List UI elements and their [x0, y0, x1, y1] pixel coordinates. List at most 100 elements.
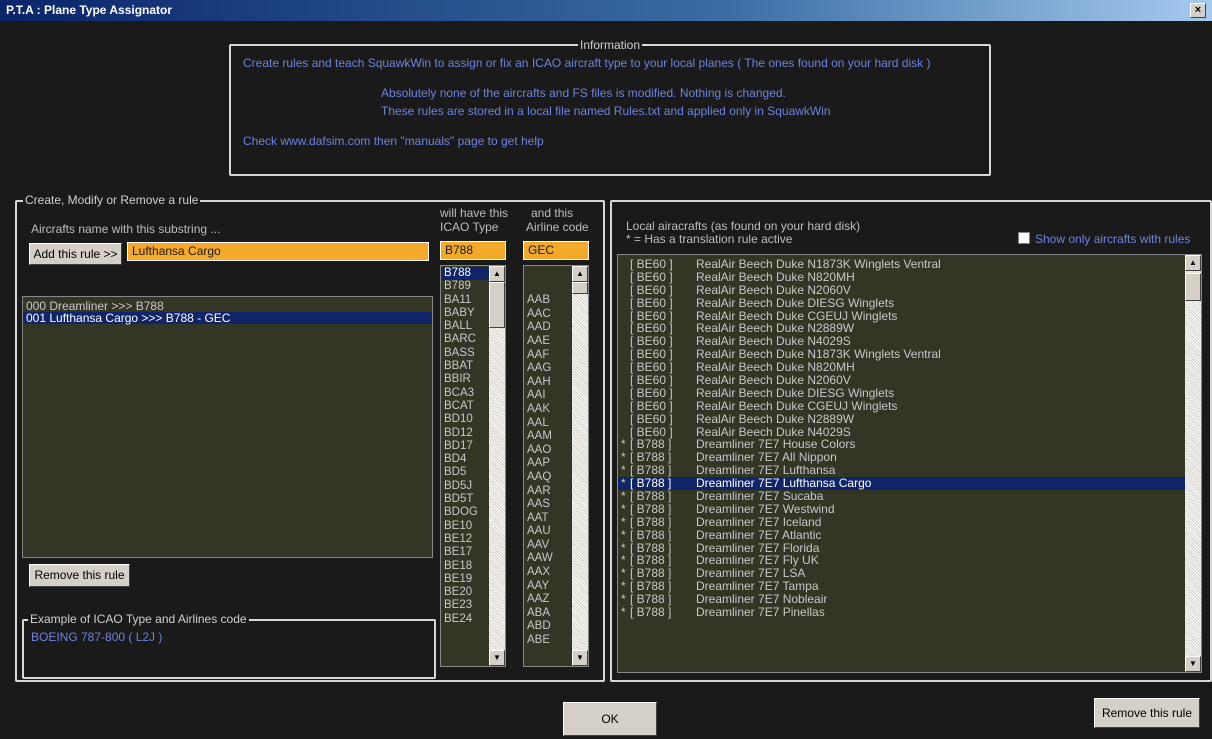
airline-code-item[interactable]: AAM [524, 430, 572, 444]
airline-code-item[interactable]: AAS [524, 498, 572, 512]
icao-type-item[interactable]: BE19 [441, 573, 489, 586]
icao-type-item[interactable]: BD5J [441, 480, 489, 493]
rule-active-marker [621, 297, 630, 310]
airline-code-item[interactable]: AAE [524, 335, 572, 349]
icao-type-item[interactable]: BE20 [441, 586, 489, 599]
airline-code-item[interactable]: AAC [524, 308, 572, 322]
scroll-thumb[interactable] [1185, 273, 1201, 301]
icao-type-item[interactable]: BE23 [441, 599, 489, 612]
ok-button[interactable]: OK [563, 702, 657, 736]
icao-type-item[interactable]: BE12 [441, 533, 489, 546]
icao-type-list[interactable]: B788 B789 BA11 BABY BALL BARC BASS BBAT BBIR BCA3… [440, 265, 506, 667]
icao-type-item[interactable]: BALL [441, 320, 489, 333]
airline-code-item[interactable]: AAY [524, 580, 572, 594]
icao-type-item[interactable]: BE10 [441, 520, 489, 533]
info-line-4: Check www.dafsim.com then "manuals" page… [243, 134, 544, 148]
scroll-down-icon[interactable]: ▼ [1185, 656, 1201, 672]
airline-code-item[interactable]: AAI [524, 389, 572, 403]
airline-code-item[interactable]: AAP [524, 457, 572, 471]
airline-code-input[interactable]: GEC [523, 241, 589, 260]
show-only-with-rules-checkbox[interactable] [1018, 232, 1030, 244]
icao-type-item[interactable]: B788 [441, 267, 489, 281]
airline-code-item[interactable]: ABD [524, 620, 572, 634]
rule-list-item[interactable]: 001 Lufthansa Cargo >>> B788 - GEC [23, 312, 432, 324]
icao-type-item[interactable]: BCAT [441, 400, 489, 413]
aircraft-list-item[interactable]: * [ B788 ] Dreamliner 7E7 Sucaba [618, 490, 1185, 503]
icao-type-item[interactable]: BARC [441, 333, 489, 346]
icao-type-item[interactable]: BCA3 [441, 387, 489, 400]
scroll-down-icon[interactable]: ▼ [572, 650, 588, 666]
remove-rule-button[interactable]: Remove this rule [29, 564, 130, 587]
icao-type-input[interactable]: B788 [440, 241, 506, 260]
show-only-with-rules-label[interactable]: Show only aircrafts with rules [1035, 232, 1190, 246]
airline-code-item[interactable] [524, 281, 572, 295]
aircraft-list-item[interactable]: * [ B788 ] Dreamliner 7E7 Pinellas [618, 606, 1185, 619]
airline-code-item[interactable]: AAW [524, 552, 572, 566]
airline-code-item[interactable]: AAO [524, 444, 572, 458]
airline-code-item[interactable]: AAG [524, 362, 572, 376]
add-rule-button[interactable]: Add this rule >> [29, 243, 122, 265]
airline-code-list[interactable]: AAB AAC AAD AAE AAF AAG AAH AAI AAK AAL AAM AAO AAP A… [523, 265, 589, 667]
scroll-thumb[interactable] [572, 282, 588, 294]
scroll-up-icon[interactable]: ▲ [489, 266, 505, 282]
aircraft-list-item[interactable]: [ BE60 ] RealAir Beech Duke N820MH [618, 270, 1185, 284]
aircraft-list-item[interactable]: * [ B788 ] Dreamliner 7E7 Atlantic [618, 528, 1185, 542]
close-icon[interactable]: × [1190, 3, 1206, 18]
airline-code-item[interactable]: AAU [524, 525, 572, 539]
airline-code-item[interactable]: AAR [524, 485, 572, 499]
airline-code-item[interactable]: AAK [524, 403, 572, 417]
icao-type-item[interactable]: B789 [441, 280, 489, 293]
airline-code-item[interactable]: ABA [524, 607, 572, 621]
icao-type-item[interactable]: BD10 [441, 413, 489, 426]
example-value: BOEING 787-800 ( L2J ) [31, 630, 163, 644]
icao-type-item[interactable]: BD17 [441, 440, 489, 453]
rules-list[interactable]: 000 Dreamliner >>> B788 001 Lufthansa Car… [22, 296, 433, 558]
aircraft-name: RealAir Beech Duke DIESG Winglets [696, 385, 895, 400]
icao-type-item[interactable]: BABY [441, 307, 489, 320]
airline-code-item[interactable] [524, 267, 572, 281]
scroll-down-icon[interactable]: ▼ [489, 650, 505, 666]
icao-type-item[interactable]: BE18 [441, 560, 489, 573]
aircraft-remove-rule-button[interactable]: Remove this rule [1094, 698, 1200, 728]
aircraft-list-item[interactable]: [ BE60 ] RealAir Beech Duke DIESG Winglet… [618, 387, 1185, 400]
aircraft-list-item[interactable]: * [ B788 ] Dreamliner 7E7 Westwind [618, 503, 1185, 516]
scroll-up-icon[interactable]: ▲ [1185, 255, 1201, 271]
scroll-up-icon[interactable]: ▲ [572, 266, 588, 282]
icao-type-item[interactable]: BD12 [441, 427, 489, 440]
icao-type-item[interactable]: BDOG [441, 506, 489, 519]
airline-code-item[interactable]: AAB [524, 294, 572, 308]
aircraft-list-item[interactable]: [ BE60 ] RealAir Beech Duke CGEUJ Winglet… [618, 399, 1185, 413]
icao-type-item[interactable]: BASS [441, 347, 489, 360]
icao-type-item[interactable]: BD5 [441, 466, 489, 479]
aircraft-list-item[interactable]: [ BE60 ] RealAir Beech Duke N2060V [618, 283, 1185, 297]
aircraft-list-item[interactable]: * [ B788 ] Dreamliner 7E7 Iceland [618, 515, 1185, 529]
icao-type-item[interactable]: BE24 [441, 613, 489, 626]
aircraft-list-item[interactable]: [ BE60 ] RealAir Beech Duke N2060V [618, 374, 1185, 387]
airline-code-item[interactable]: AAD [524, 321, 572, 335]
airline-code-item[interactable]: AAX [524, 566, 572, 580]
aircraft-list-item[interactable]: [ BE60 ] RealAir Beech Duke DIESG Winglet… [618, 296, 1185, 310]
scroll-thumb[interactable] [489, 282, 505, 328]
icao-type-item[interactable]: BBIR [441, 373, 489, 386]
airline-scrollbar[interactable]: ▲ ▼ [572, 266, 588, 666]
airline-code-item[interactable]: AAQ [524, 471, 572, 485]
airline-code-item[interactable]: AAL [524, 417, 572, 431]
aircraft-list[interactable]: [ BE60 ] RealAir Beech Duke N1873K Wingle… [617, 254, 1202, 673]
icao-scrollbar[interactable]: ▲ ▼ [489, 266, 505, 666]
aircraft-list-item[interactable]: [ BE60 ] RealAir Beech Duke N1873K Wingle… [618, 258, 1185, 271]
icao-type-item[interactable]: BD5T [441, 493, 489, 506]
airline-code-item[interactable]: ABE [524, 634, 572, 648]
aircraft-icao-code: [ B788 ] [630, 501, 672, 516]
aircraft-scrollbar[interactable]: ▲ ▼ [1185, 255, 1201, 672]
aircraft-list-item[interactable]: [ BE60 ] RealAir Beech Duke N2889W [618, 412, 1185, 426]
airline-code-item[interactable]: AAV [524, 539, 572, 553]
icao-type-item[interactable]: BE17 [441, 546, 489, 559]
airline-code-item[interactable]: AAZ [524, 593, 572, 607]
airline-code-item[interactable]: AAH [524, 376, 572, 390]
airline-code-item[interactable]: AAF [524, 349, 572, 363]
substring-input[interactable]: Lufthansa Cargo [127, 242, 429, 261]
airline-code-item[interactable]: AAT [524, 512, 572, 526]
icao-type-item[interactable]: BA11 [441, 294, 489, 307]
icao-type-item[interactable]: BD4 [441, 453, 489, 466]
icao-type-item[interactable]: BBAT [441, 360, 489, 373]
